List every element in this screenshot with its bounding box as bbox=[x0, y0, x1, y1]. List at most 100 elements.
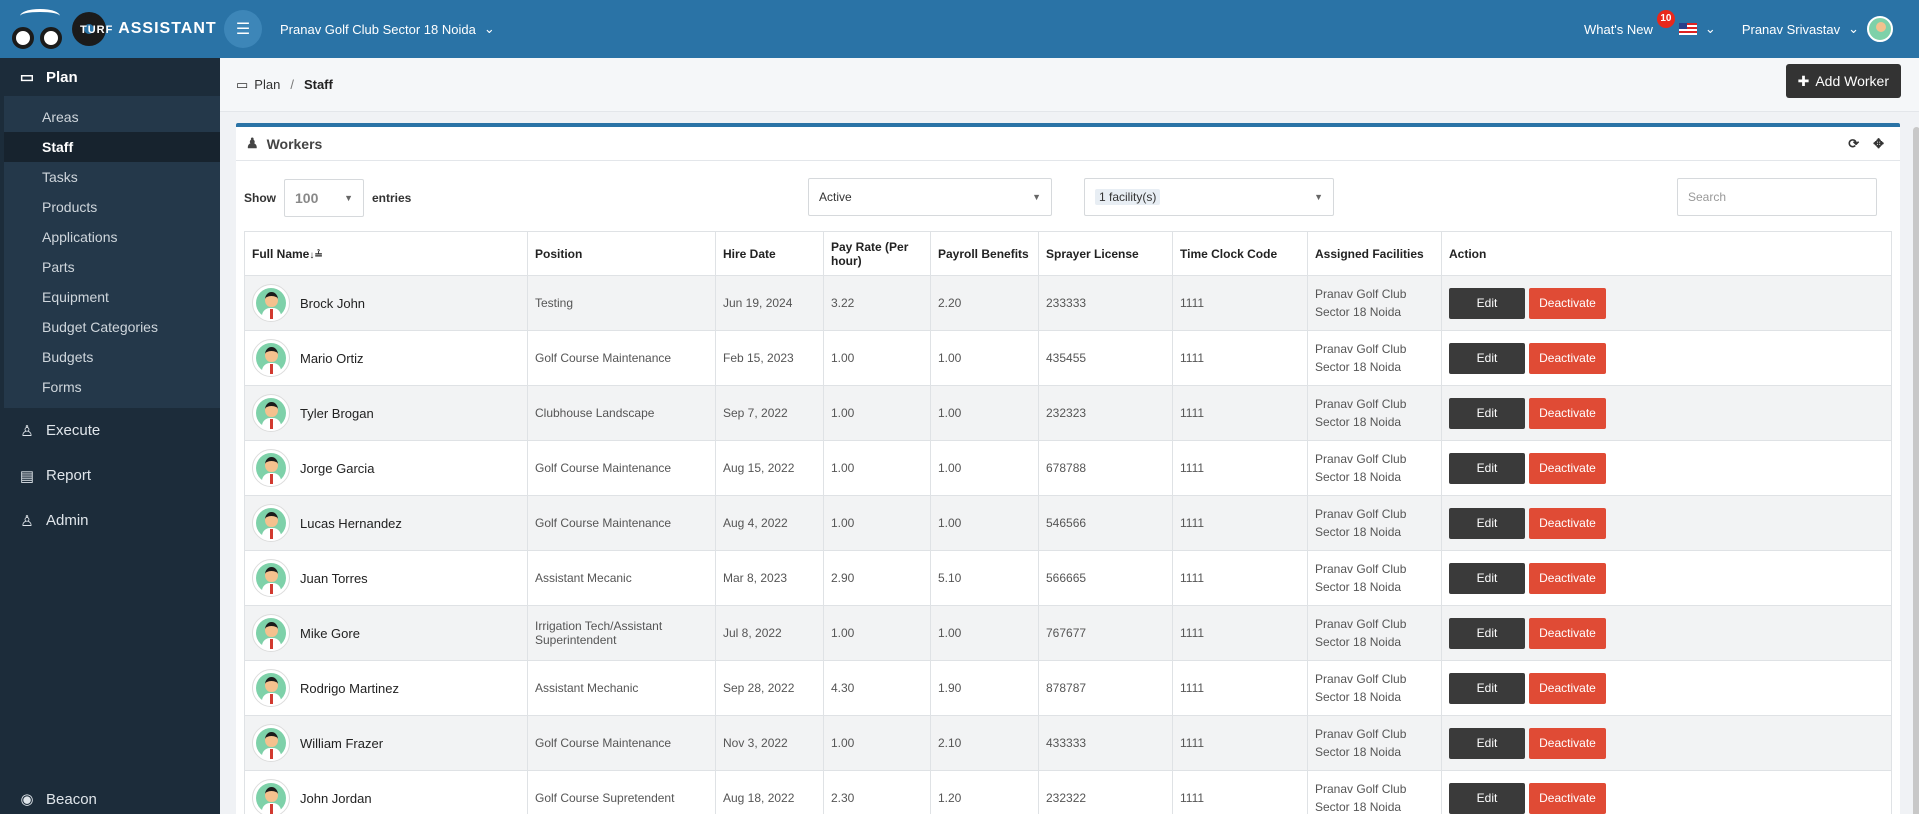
action-cell: Edit Deactivate bbox=[1441, 660, 1892, 716]
column-sprayer-license[interactable]: Sprayer License bbox=[1038, 231, 1173, 276]
worker-name[interactable]: Tyler Brogan bbox=[300, 406, 374, 421]
edit-button[interactable]: Edit bbox=[1449, 397, 1525, 429]
deactivate-button[interactable]: Deactivate bbox=[1529, 452, 1606, 484]
edit-button[interactable]: Edit bbox=[1449, 342, 1525, 374]
worker-name[interactable]: Rodrigo Martinez bbox=[300, 681, 399, 696]
plan-submenu: Areas Staff Tasks Products Applications … bbox=[4, 96, 220, 408]
time-clock-code-cell: 1111 bbox=[1172, 275, 1308, 331]
deactivate-button[interactable]: Deactivate bbox=[1529, 562, 1606, 594]
breadcrumb-separator: / bbox=[290, 77, 294, 92]
club-name: Pranav Golf Club Sector 18 Noida bbox=[280, 21, 476, 37]
beacon-icon: ◉ bbox=[20, 791, 34, 808]
deactivate-button[interactable]: Deactivate bbox=[1529, 507, 1606, 539]
sidebar-item-areas[interactable]: Areas bbox=[4, 102, 220, 132]
edit-button[interactable]: Edit bbox=[1449, 287, 1525, 319]
worker-name[interactable]: John Jordan bbox=[300, 791, 372, 806]
position-cell: Assistant Mechanic bbox=[527, 660, 716, 716]
column-position[interactable]: Position bbox=[527, 231, 716, 276]
sprayer-license-cell: 433333 bbox=[1038, 715, 1173, 771]
column-assigned-facilities[interactable]: Assigned Facilities bbox=[1307, 231, 1442, 276]
sidebar-item-execute[interactable]: ♙ Execute bbox=[0, 408, 220, 453]
language-selector[interactable]: ⌄ bbox=[1678, 21, 1716, 37]
edit-button[interactable]: Edit bbox=[1449, 507, 1525, 539]
breadcrumb: ▭ Plan / Staff ✚ Add Worker bbox=[220, 58, 1919, 112]
column-time-clock-code[interactable]: Time Clock Code bbox=[1172, 231, 1308, 276]
plus-icon: ✚ bbox=[1797, 72, 1810, 89]
deactivate-button[interactable]: Deactivate bbox=[1529, 672, 1606, 704]
full-name-cell: Lucas Hernandez bbox=[244, 495, 528, 551]
deactivate-button[interactable]: Deactivate bbox=[1529, 342, 1606, 374]
edit-button[interactable]: Edit bbox=[1449, 727, 1525, 759]
deactivate-button[interactable]: Deactivate bbox=[1529, 727, 1606, 759]
sidebar-item-applications[interactable]: Applications bbox=[4, 222, 220, 252]
worker-avatar bbox=[252, 339, 290, 377]
sidebar-item-report[interactable]: ▤ Report bbox=[0, 453, 220, 498]
sidebar-item-staff[interactable]: Staff bbox=[4, 132, 220, 162]
add-worker-button[interactable]: ✚ Add Worker bbox=[1785, 64, 1901, 98]
edit-button[interactable]: Edit bbox=[1449, 782, 1525, 814]
hire-date-cell: Sep 28, 2022 bbox=[715, 660, 824, 716]
worker-avatar bbox=[252, 284, 290, 322]
table-row: William Frazer Golf Course Maintenance Nov… bbox=[244, 715, 1892, 771]
facility-filter-select[interactable]: 1 facility(s) ▼ bbox=[1084, 178, 1334, 216]
deactivate-button[interactable]: Deactivate bbox=[1529, 287, 1606, 319]
column-pay-rate[interactable]: Pay Rate (Per hour) bbox=[823, 231, 931, 276]
action-cell: Edit Deactivate bbox=[1441, 770, 1892, 814]
edit-button[interactable]: Edit bbox=[1449, 672, 1525, 704]
position-cell: Irrigation Tech/Assistant Superintendent bbox=[527, 605, 716, 661]
logo[interactable]: TURF ASSISTANT bbox=[0, 0, 220, 58]
time-clock-code-cell: 1111 bbox=[1172, 440, 1308, 496]
position-cell: Golf Course Maintenance bbox=[527, 330, 716, 386]
column-full-name[interactable]: Full Name↓≟ bbox=[244, 231, 528, 276]
search-input[interactable]: Search bbox=[1677, 178, 1877, 216]
sidebar-item-admin[interactable]: ♙ Admin bbox=[0, 498, 220, 543]
whats-new-link[interactable]: What's New 10 bbox=[1584, 9, 1675, 37]
column-hire-date[interactable]: Hire Date bbox=[715, 231, 824, 276]
breadcrumb-plan-link[interactable]: Plan bbox=[254, 77, 280, 92]
position-cell: Golf Course Supretendent bbox=[527, 770, 716, 814]
deactivate-button[interactable]: Deactivate bbox=[1529, 397, 1606, 429]
beacon-button[interactable]: ◉ Beacon bbox=[18, 790, 96, 809]
worker-name[interactable]: Juan Torres bbox=[300, 571, 368, 586]
sprayer-license-cell: 546566 bbox=[1038, 495, 1173, 551]
deactivate-button[interactable]: Deactivate bbox=[1529, 617, 1606, 649]
deactivate-button[interactable]: Deactivate bbox=[1529, 782, 1606, 814]
table-header-row: Full Name↓≟ Position Hire Date Pay Rate … bbox=[244, 231, 1892, 276]
worker-name[interactable]: Brock John bbox=[300, 296, 365, 311]
user-menu[interactable]: Pranav Srivastav ⌄ bbox=[1742, 16, 1893, 42]
edit-button[interactable]: Edit bbox=[1449, 452, 1525, 484]
page-scrollbar[interactable] bbox=[1913, 127, 1919, 814]
move-icon[interactable]: ✥ bbox=[1873, 136, 1884, 152]
edit-button[interactable]: Edit bbox=[1449, 562, 1525, 594]
worker-name[interactable]: Mario Ortiz bbox=[300, 351, 364, 366]
worker-name[interactable]: Jorge Garcia bbox=[300, 461, 374, 476]
payroll-benefits-cell: 1.00 bbox=[930, 330, 1039, 386]
hire-date-cell: Jun 19, 2024 bbox=[715, 275, 824, 331]
sidebar-item-forms[interactable]: Forms bbox=[4, 372, 220, 402]
full-name-cell: Rodrigo Martinez bbox=[244, 660, 528, 716]
time-clock-code-cell: 1111 bbox=[1172, 550, 1308, 606]
sidebar-item-equipment[interactable]: Equipment bbox=[4, 282, 220, 312]
sidebar-item-parts[interactable]: Parts bbox=[4, 252, 220, 282]
full-name-cell: John Jordan bbox=[244, 770, 528, 814]
sidebar-item-budget-categories[interactable]: Budget Categories bbox=[4, 312, 220, 342]
sidebar-item-plan[interactable]: ▭ Plan bbox=[0, 58, 220, 96]
sidebar-item-products[interactable]: Products bbox=[4, 192, 220, 222]
menu-toggle-button[interactable]: ☰ bbox=[224, 10, 262, 48]
sprayer-license-cell: 435455 bbox=[1038, 330, 1173, 386]
sprayer-license-cell: 767677 bbox=[1038, 605, 1173, 661]
club-selector[interactable]: Pranav Golf Club Sector 18 Noida ⌄ bbox=[280, 21, 495, 37]
column-payroll-benefits[interactable]: Payroll Benefits bbox=[930, 231, 1039, 276]
assigned-facilities-cell: Pranav Golf Club Sector 18 Noida bbox=[1307, 330, 1442, 386]
worker-name[interactable]: Mike Gore bbox=[300, 626, 360, 641]
sidebar-item-budgets[interactable]: Budgets bbox=[4, 342, 220, 372]
worker-name[interactable]: William Frazer bbox=[300, 736, 383, 751]
sidebar-item-tasks[interactable]: Tasks bbox=[4, 162, 220, 192]
sprayer-license-cell: 233333 bbox=[1038, 275, 1173, 331]
edit-button[interactable]: Edit bbox=[1449, 617, 1525, 649]
status-filter-select[interactable]: Active ▼ bbox=[808, 178, 1052, 216]
refresh-icon[interactable]: ⟳ bbox=[1848, 136, 1859, 152]
worker-avatar bbox=[252, 559, 290, 597]
worker-name[interactable]: Lucas Hernandez bbox=[300, 516, 402, 531]
page-size-select[interactable]: 100 ▼ bbox=[284, 179, 364, 217]
